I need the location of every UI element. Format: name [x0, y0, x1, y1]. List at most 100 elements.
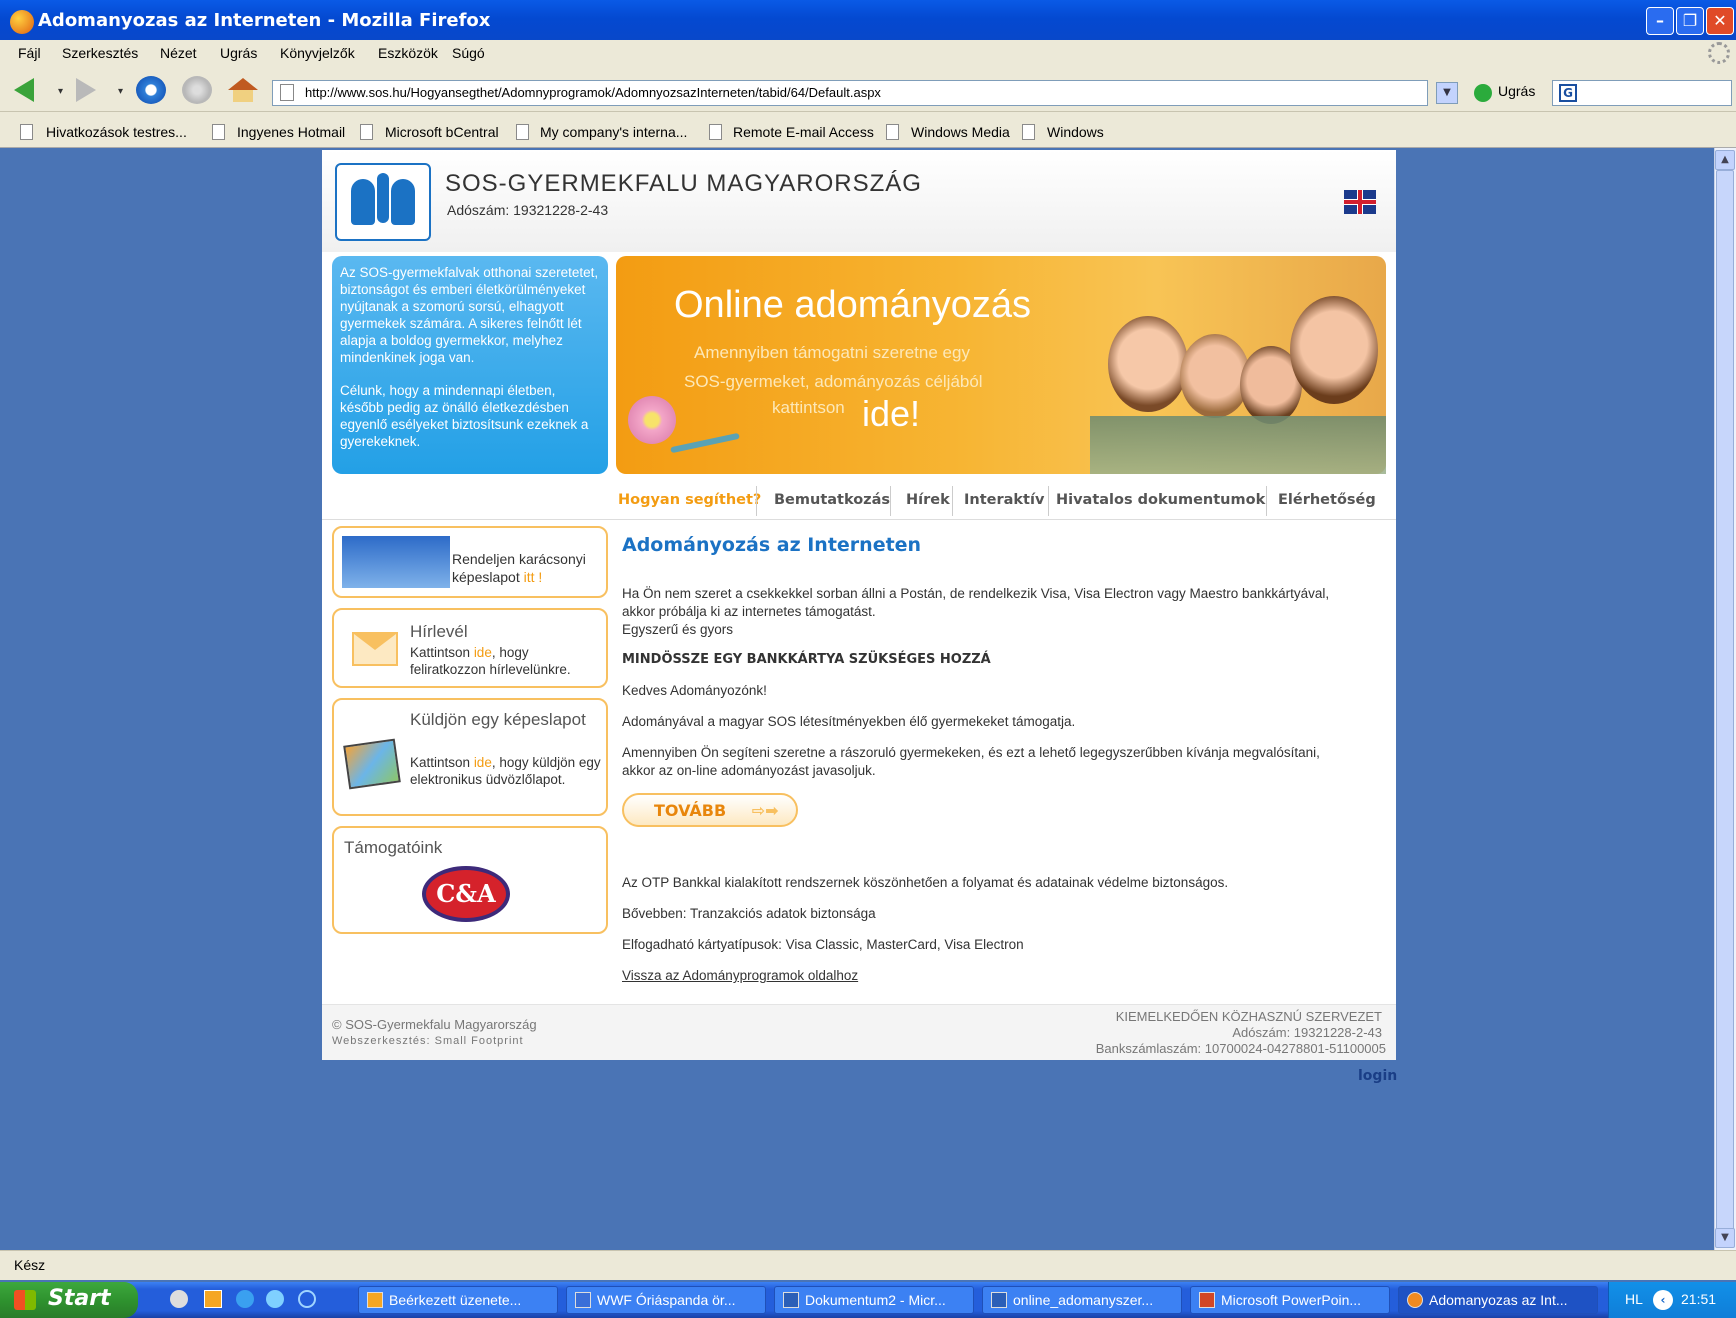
footer-bank-account: Bankszámlaszám: 10700024-04278801-511000… [1095, 1041, 1386, 1056]
content-paragraph: Adományával a magyar SOS létesítményekbe… [622, 714, 1076, 729]
newsletter-link[interactable]: ide [474, 645, 492, 660]
continue-button[interactable]: TOVÁBB ⇨➡ [622, 793, 798, 827]
scrollbar-thumb[interactable] [1716, 170, 1734, 1236]
christmas-card-box[interactable]: Rendeljen karácsonyi képeslapot itt ! [332, 526, 608, 598]
menu-bar: Fájl Szerkesztés Nézet Ugrás Könyvjelzők… [0, 40, 1736, 68]
taskbar-item[interactable]: Dokumentum2 - Micr... [774, 1286, 974, 1314]
taskbar-item[interactable]: online_adomanyszer... [982, 1286, 1182, 1314]
quicklaunch-icon[interactable] [204, 1290, 222, 1308]
clock: 21:51 [1681, 1291, 1717, 1307]
menu-go[interactable]: Ugrás [220, 45, 257, 61]
restore-button[interactable]: ❐ [1676, 7, 1704, 35]
sos-logo[interactable] [335, 163, 431, 241]
menu-view[interactable]: Nézet [160, 45, 197, 61]
c-and-a-logo[interactable]: C&A [422, 866, 510, 922]
bookmark-page-icon [20, 124, 33, 140]
bookmark-page-icon [1022, 124, 1035, 140]
forward-icon[interactable] [76, 78, 96, 102]
ecard-link[interactable]: ide [474, 755, 492, 770]
start-button[interactable]: Start [0, 1282, 138, 1318]
english-flag-icon[interactable] [1344, 190, 1376, 214]
quicklaunch-icon[interactable] [170, 1290, 188, 1308]
taskbar-item-label: WWF Óriáspanda ör... [597, 1292, 736, 1308]
back-dropdown-icon[interactable]: ▾ [58, 86, 63, 97]
newsletter-text: Kattintson ide, hogy feliratkozzon hírle… [410, 644, 606, 678]
sponsors-title: Támogatóink [344, 838, 443, 857]
menu-file[interactable]: Fájl [18, 45, 41, 61]
search-input[interactable]: G [1552, 80, 1732, 106]
system-tray: HL ‹ 21:51 [1608, 1282, 1736, 1318]
home-icon[interactable] [228, 78, 258, 104]
content-paragraph: Ha Ön nem szeret a csekkekkel sorban áll… [622, 586, 1330, 601]
taskbar-item[interactable]: Beérkezett üzenete... [358, 1286, 558, 1314]
firefox-icon [10, 10, 34, 34]
sponsors-box: Támogatóink C&A [332, 826, 608, 934]
quicklaunch-icon[interactable] [236, 1290, 254, 1308]
bookmark-link[interactable]: Windows [1047, 124, 1104, 140]
nav-news[interactable]: Hírek [906, 492, 950, 508]
nav-contact[interactable]: Elérhetőség [1278, 492, 1376, 508]
bookmark-link[interactable]: Remote E-mail Access [733, 124, 874, 140]
page-icon [280, 84, 294, 101]
stop-icon[interactable] [182, 76, 212, 104]
bookmarks-toolbar: Hivatkozások testres... Ingyenes Hotmail… [0, 112, 1736, 148]
banner-line: Amennyiben támogatni szeretne egy [694, 343, 970, 362]
taskbar-item[interactable]: Microsoft PowerPoin... [1190, 1286, 1390, 1314]
menu-bookmarks[interactable]: Könyvjelzők [280, 45, 355, 61]
newsletter-box[interactable]: Hírlevél Kattintson ide, hogy feliratkoz… [332, 608, 608, 688]
bookmark-link[interactable]: Windows Media [911, 124, 1010, 140]
search-engine-icon[interactable]: G [1559, 84, 1577, 102]
menu-tools[interactable]: Eszközök [378, 45, 438, 61]
ecard-box[interactable]: Küldjön egy képeslapot Kattintson ide, h… [332, 698, 608, 816]
double-arrow-icon: ⇨➡ [751, 801, 779, 820]
close-button[interactable]: ✕ [1706, 7, 1734, 35]
language-indicator[interactable]: HL [1625, 1291, 1643, 1307]
christmas-card-text: Rendeljen karácsonyi képeslapot itt ! [452, 550, 602, 586]
tray-expand-icon[interactable]: ‹ [1653, 1290, 1673, 1310]
taskbar-item-active[interactable]: Adomanyozas az Int... [1398, 1286, 1598, 1314]
bookmark-page-icon [516, 124, 529, 140]
forward-dropdown-icon[interactable]: ▾ [118, 86, 123, 97]
banner-title: Online adományozás [674, 284, 1031, 326]
nav-about[interactable]: Bemutatkozás [774, 492, 890, 508]
back-link[interactable]: Vissza az Adományprogramok oldalhoz [622, 968, 858, 983]
go-button[interactable]: Ugrás [1472, 83, 1535, 99]
back-icon[interactable] [14, 78, 34, 102]
taskbar-item-label: Dokumentum2 - Micr... [805, 1292, 946, 1308]
go-label: Ugrás [1498, 83, 1536, 99]
reload-icon[interactable] [136, 76, 166, 104]
scroll-up-button[interactable]: ▲ [1715, 150, 1735, 170]
bookmark-link[interactable]: My company's interna... [540, 124, 687, 140]
content-paragraph: akkor próbálja ki az internetes támogatá… [622, 604, 876, 619]
nav-interactive[interactable]: Interaktív [964, 492, 1044, 508]
intro-paragraph: Az SOS-gyermekfalvak otthonai szeretetet… [340, 265, 599, 365]
footer-webdesign[interactable]: Webszerkesztés: Small Footprint [332, 1035, 524, 1047]
menu-help[interactable]: Súgó [452, 45, 485, 61]
taskbar-item[interactable]: WWF Óriáspanda ör... [566, 1286, 766, 1314]
quicklaunch-icon[interactable] [266, 1290, 284, 1308]
scroll-down-button[interactable]: ▼ [1715, 1228, 1735, 1248]
bookmark-link[interactable]: Hivatkozások testres... [46, 124, 187, 140]
site-footer: © SOS-Gyermekfalu Magyarország Webszerke… [322, 1004, 1396, 1060]
flower-icon [628, 396, 676, 444]
christmas-card-image [342, 536, 450, 588]
quicklaunch-icon[interactable] [298, 1290, 316, 1308]
minimize-button[interactable]: – [1646, 7, 1674, 35]
url-dropdown-button[interactable]: ▼ [1436, 82, 1458, 104]
card-link[interactable]: itt ! [524, 569, 543, 585]
address-input[interactable]: http://www.sos.hu/Hogyansegthet/Adomnypr… [272, 80, 1428, 106]
login-link[interactable]: login [1358, 1068, 1397, 1084]
children-photo [1090, 276, 1386, 474]
bookmark-link[interactable]: Microsoft bCentral [385, 124, 499, 140]
windows-logo-icon [14, 1290, 36, 1310]
site-navigation: Hogyan segíthet? Bemutatkozás Hírek Inte… [322, 480, 1396, 520]
nav-how-to-help[interactable]: Hogyan segíthet? [618, 492, 761, 508]
footer-organization: KIEMELKEDŐEN KÖZHASZNÚ SZERVEZET [1115, 1009, 1382, 1024]
menu-edit[interactable]: Szerkesztés [62, 45, 138, 61]
nav-official-documents[interactable]: Hivatalos dokumentumok [1056, 492, 1265, 508]
banner-link-ide[interactable]: ide! [862, 393, 920, 435]
bookmark-page-icon [212, 124, 225, 140]
bookmark-link[interactable]: Ingyenes Hotmail [237, 124, 345, 140]
newsletter-pre: Kattintson [410, 645, 471, 660]
card-text: Rendeljen karácsonyi képeslapot [452, 551, 586, 585]
